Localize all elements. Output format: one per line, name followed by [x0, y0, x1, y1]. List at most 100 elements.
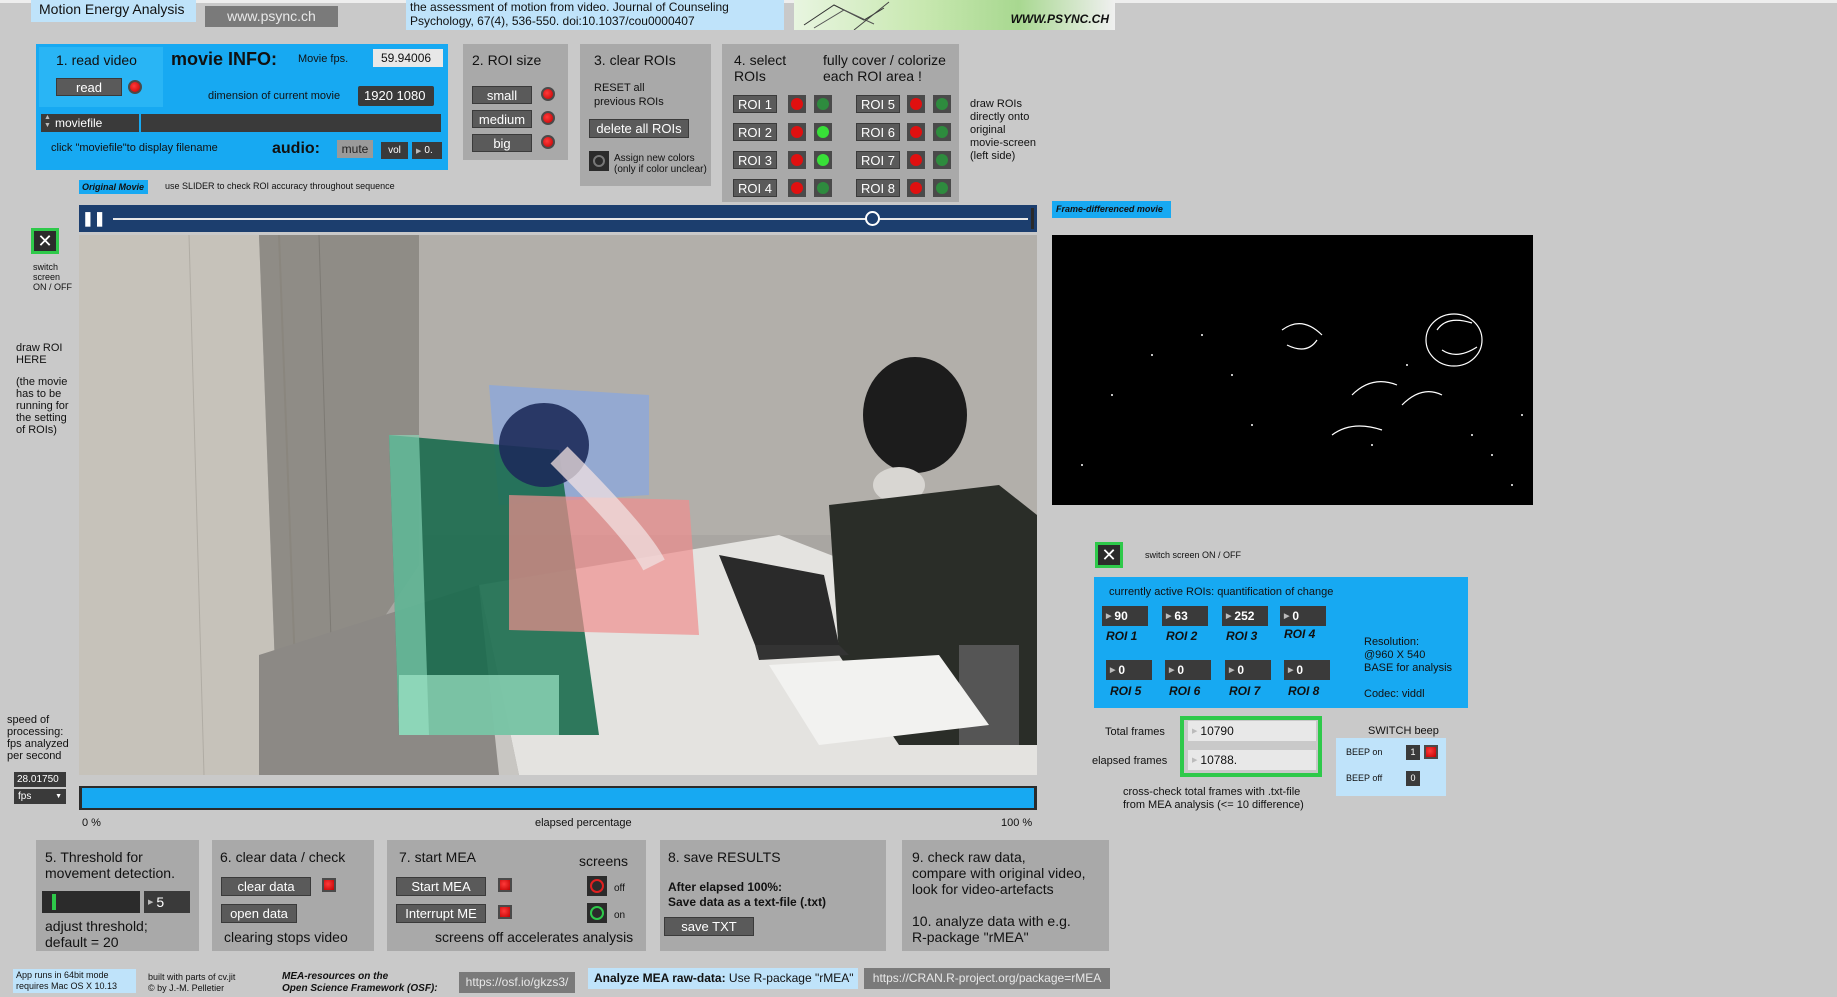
website-link[interactable]: www.psync.ch — [205, 6, 338, 27]
frame-diff-tag: Frame-differenced movie — [1052, 201, 1171, 218]
vol-label: vol — [381, 142, 408, 159]
roi-6-color[interactable] — [933, 123, 951, 141]
cran-link[interactable]: https://CRAN.R-project.org/package=rMEA — [864, 968, 1110, 989]
elapsed-frames-label: elapsed frames — [1092, 755, 1168, 767]
big-button[interactable]: big — [472, 134, 532, 152]
original-movie-screen[interactable] — [79, 235, 1037, 775]
roi-4-button[interactable]: ROI 4 — [733, 179, 777, 197]
roi-side-note-1: draw ROIs — [970, 98, 1022, 110]
select-rois-title-1: 4. select — [734, 52, 787, 68]
reset-line-2: previous ROIs — [594, 96, 664, 108]
roi-8-button[interactable]: ROI 8 — [856, 179, 900, 197]
screens-on-label: on — [614, 910, 626, 921]
movie-info-title: movie INFO: — [171, 49, 278, 69]
start-mea-button[interactable]: Start MEA — [396, 877, 486, 896]
delete-all-rois-button[interactable]: delete all ROIs — [589, 119, 689, 138]
open-data-button[interactable]: open data — [221, 904, 297, 923]
total-frames-value: 10790 — [1188, 721, 1316, 741]
roi-3-value-label: ROI 3 — [1226, 629, 1258, 643]
beep-off-button[interactable]: 0 — [1406, 771, 1420, 786]
save-txt-button[interactable]: save TXT — [664, 917, 754, 936]
pause-button[interactable]: ❚❚ — [82, 209, 105, 228]
roi-6-button[interactable]: ROI 6 — [856, 123, 900, 141]
roi-1-button[interactable]: ROI 1 — [733, 95, 777, 113]
select-rois-panel: 4. select ROIs fully cover / colorize ea… — [722, 44, 959, 202]
playback-slider-handle[interactable] — [865, 211, 881, 226]
threshold-slider[interactable] — [42, 891, 140, 913]
frame-diff-screen — [1052, 235, 1533, 505]
screens-off-toggle[interactable] — [587, 876, 607, 896]
draw-note-6: the setting — [16, 412, 67, 424]
frame-diff-screen-toggle[interactable]: ✕ — [1095, 542, 1123, 568]
moviefile-menu[interactable]: ▲ ▼ moviefile — [41, 114, 139, 132]
osf-link[interactable]: https://osf.io/gkzs3/ — [459, 972, 575, 993]
app-title: Motion Energy Analysis — [31, 0, 196, 22]
roi-5-color[interactable] — [933, 95, 951, 113]
built-with-2: © by J.-M. Pelletier — [148, 983, 225, 993]
start-mea-panel: 7. start MEA screens Start MEA Interrupt… — [387, 840, 646, 951]
clear-rois-panel: 3. clear ROIs RESET all previous ROIs de… — [580, 44, 711, 186]
read-button[interactable]: read — [56, 78, 122, 96]
roi-3-button[interactable]: ROI 3 — [733, 151, 777, 169]
draw-note-5: running for — [16, 400, 69, 412]
screens-on-toggle[interactable] — [587, 903, 607, 923]
roi-side-note-3: original — [970, 124, 1006, 136]
osf-label-1: MEA-resources on the — [282, 971, 389, 982]
roi-5-button[interactable]: ROI 5 — [856, 95, 900, 113]
medium-button[interactable]: medium — [472, 110, 532, 128]
fps-unit: fps — [18, 791, 32, 802]
resolution-info: Resolution: @960 X 540 BASE for analysis… — [1364, 636, 1452, 701]
playback-track[interactable] — [113, 218, 1028, 220]
switch-beep-title: SWITCH beep — [1368, 725, 1439, 737]
dropdown-arrow-icon: ▼ — [55, 793, 62, 800]
roi-7-color[interactable] — [933, 151, 951, 169]
mute-button[interactable]: mute — [337, 140, 373, 158]
beep-on-button[interactable]: 1 — [1406, 745, 1420, 760]
roi-4-color[interactable] — [814, 179, 832, 197]
roi-8-value: 0 — [1284, 660, 1330, 680]
assign-colors-button[interactable] — [589, 151, 609, 171]
vol-number[interactable]: 0. — [412, 142, 442, 159]
frame-diff-switch-label: switch screen ON / OFF — [1145, 550, 1242, 560]
fps-dropdown[interactable]: fps ▼ — [14, 789, 66, 804]
roi-5-value-label: ROI 5 — [1110, 684, 1142, 698]
analyze-line-1: 10. analyze data with e.g. — [912, 913, 1071, 929]
person-right-head — [863, 357, 967, 473]
select-rois-title-2: ROIs — [734, 68, 766, 84]
threshold-note-1: adjust threshold; — [45, 918, 148, 934]
read-video-panel: 1. read video read movie INFO: Movie fps… — [36, 44, 448, 170]
threshold-title-2: movement detection. — [45, 865, 175, 881]
citation-line-2: Psychology, 67(4), 536-550. doi:10.1037/… — [410, 14, 695, 28]
app-requirements: App runs in 64bit mode requires Mac OS X… — [13, 969, 136, 993]
cover-note-1: fully cover / colorize — [823, 52, 946, 68]
roi-1-value-label: ROI 1 — [1106, 629, 1138, 643]
frames-crosscheck-note: cross-check total frames with .txt-file … — [1123, 786, 1304, 812]
roi-side-note: draw ROIs directly onto original movie-s… — [970, 98, 1036, 163]
small-button[interactable]: small — [472, 86, 532, 104]
clear-data-button[interactable]: clear data — [221, 877, 311, 896]
quantification-panel: currently active ROIs: quantification of… — [1094, 577, 1468, 708]
switch-note-3: ON / OFF — [33, 282, 72, 292]
roi-5-led — [907, 95, 925, 113]
progress-middle-label: elapsed percentage — [535, 817, 632, 829]
roi-3-color[interactable] — [814, 151, 832, 169]
roi-2-color[interactable] — [814, 123, 832, 141]
start-mea-led — [498, 878, 512, 892]
start-mea-note: screens off accelerates analysis — [435, 929, 634, 945]
assign-line-1: Assign new colors — [614, 153, 695, 164]
assign-line-2: (only if color unclear) — [614, 164, 707, 175]
total-frames-label: Total frames — [1105, 726, 1165, 738]
original-screen-toggle[interactable]: ✕ — [31, 228, 59, 254]
roi-1-color[interactable] — [814, 95, 832, 113]
roi-7-button[interactable]: ROI 7 — [856, 151, 900, 169]
draw-note-1: draw ROI — [16, 342, 63, 354]
roi-2-button[interactable]: ROI 2 — [733, 123, 777, 141]
check-raw-line-2: compare with original video, — [912, 865, 1086, 881]
switch-screen-note: switch screen ON / OFF — [33, 262, 72, 292]
threshold-number[interactable]: 5 — [144, 891, 190, 913]
roi-8-color[interactable] — [933, 179, 951, 197]
interrupt-mea-button[interactable]: Interrupt ME — [396, 904, 486, 923]
clear-data-note: clearing stops video — [224, 929, 348, 945]
playback-end-marker — [1031, 208, 1034, 229]
check-raw-line-1: 9. check raw data, — [912, 849, 1026, 865]
